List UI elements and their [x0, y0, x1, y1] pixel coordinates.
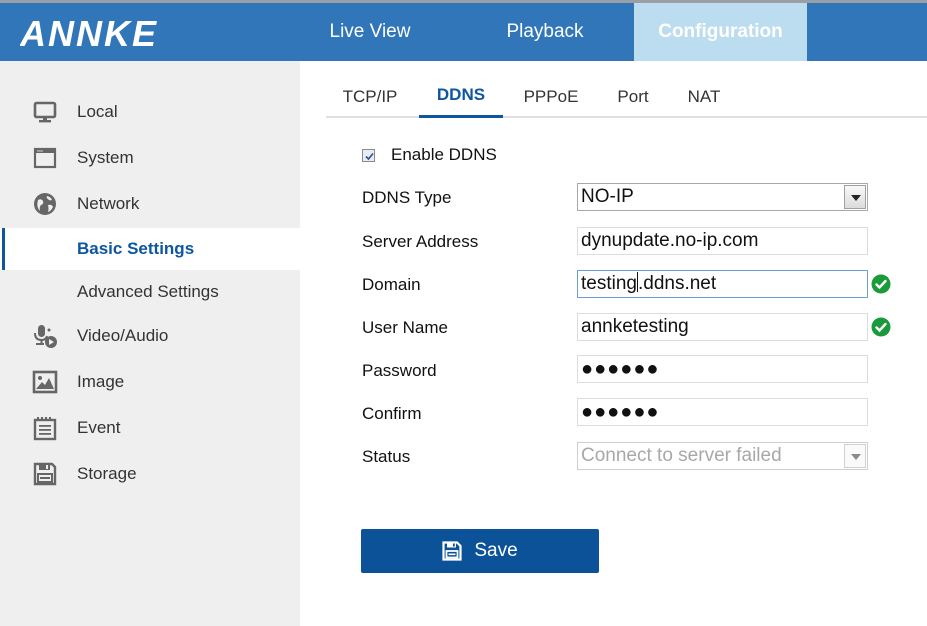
enable-ddns-checkbox[interactable]	[362, 148, 375, 162]
save-button-label: Save	[474, 540, 518, 561]
nav-playback[interactable]: Playback	[475, 3, 615, 61]
sidebar-item-label: Local	[77, 102, 118, 121]
password-label: Password	[362, 361, 437, 380]
sidebar-item-label: Event	[77, 418, 121, 437]
tab-ddns[interactable]: DDNS	[419, 78, 503, 118]
password-input[interactable]: ●●●●●●	[577, 355, 868, 383]
tab-nat[interactable]: NAT	[678, 78, 730, 118]
ddns-type-value: NO-IP	[581, 186, 634, 207]
user-name-input[interactable]: annketesting	[577, 313, 868, 341]
server-address-label: Server Address	[362, 232, 479, 251]
tab-tcpip[interactable]: TCP/IP	[334, 78, 406, 118]
video-audio-icon	[34, 325, 57, 348]
sidebar-item-label: Image	[77, 372, 125, 391]
storage-icon	[33, 462, 57, 486]
sidebar-item-event[interactable]: Event	[0, 407, 300, 449]
sidebar-item-advanced-settings[interactable]: Advanced Settings	[0, 271, 300, 313]
domain-input[interactable]: testing.ddns.net	[577, 270, 868, 298]
chevron-down-icon	[844, 444, 866, 468]
sidebar-item-image[interactable]: Image	[0, 361, 300, 403]
check-circle-icon	[871, 317, 891, 337]
annke-logo: ANNKE	[20, 13, 158, 53]
window-icon	[33, 147, 57, 169]
domain-label: Domain	[362, 275, 421, 294]
status-value: Connect to server failed	[581, 445, 782, 466]
save-button[interactable]: Save	[361, 529, 599, 573]
nav-live-view[interactable]: Live View	[300, 3, 440, 61]
sidebar-item-label: Basic Settings	[77, 239, 195, 258]
server-address-input[interactable]: dynupdate.no-ip.com	[577, 227, 868, 255]
user-name-label: User Name	[362, 318, 448, 337]
confirm-password-input[interactable]: ●●●●●●	[577, 398, 868, 426]
sidebar-item-label: Storage	[77, 464, 137, 483]
chevron-down-icon[interactable]	[844, 185, 866, 209]
sidebar-item-local[interactable]: Local	[0, 91, 300, 133]
status-label: Status	[362, 447, 411, 466]
sidebar-item-system[interactable]: System	[0, 137, 300, 179]
sidebar-item-label: System	[77, 148, 134, 167]
domain-value-start: testing	[581, 273, 637, 294]
sidebar-item-storage[interactable]: Storage	[0, 453, 300, 495]
nav-configuration[interactable]: Configuration	[634, 3, 807, 61]
network-tabs: TCP/IP DDNS PPPoE Port NAT	[326, 78, 927, 118]
floppy-disk-icon	[442, 541, 462, 561]
tab-pppoe[interactable]: PPPoE	[515, 78, 587, 118]
globe-icon	[34, 193, 56, 215]
sidebar-item-network[interactable]: Network	[0, 183, 300, 225]
sidebar-item-label: Advanced Settings	[77, 282, 219, 301]
confirm-value: ●●●●●●	[581, 401, 660, 423]
sidebar-item-label: Network	[77, 194, 140, 213]
event-icon	[33, 417, 57, 441]
sidebar-item-video-audio[interactable]: Video/Audio	[0, 315, 300, 357]
enable-ddns-label: Enable DDNS	[391, 145, 497, 164]
server-address-value: dynupdate.no-ip.com	[581, 230, 759, 251]
top-header: ANNKE Live View Playback Configuration	[0, 3, 927, 61]
sidebar-item-basic-settings[interactable]: Basic Settings	[0, 228, 300, 270]
check-circle-icon	[871, 274, 891, 294]
user-name-value: annketesting	[581, 316, 689, 337]
password-value: ●●●●●●	[581, 358, 660, 380]
confirm-label: Confirm	[362, 404, 422, 423]
ddns-type-label: DDNS Type	[362, 188, 452, 207]
domain-value-end: .ddns.net	[637, 273, 717, 294]
status-select: Connect to server failed	[577, 442, 868, 470]
sidebar-item-label: Video/Audio	[77, 326, 169, 345]
sidebar: Local System Network Basic Settings Adva…	[0, 61, 300, 626]
ddns-type-select[interactable]: NO-IP	[577, 183, 868, 211]
monitor-icon	[33, 101, 57, 123]
image-icon	[32, 370, 58, 394]
tab-port[interactable]: Port	[608, 78, 658, 118]
enable-ddns-row: Enable DDNS	[362, 144, 497, 166]
svg-text:ANNKE: ANNKE	[20, 13, 158, 53]
